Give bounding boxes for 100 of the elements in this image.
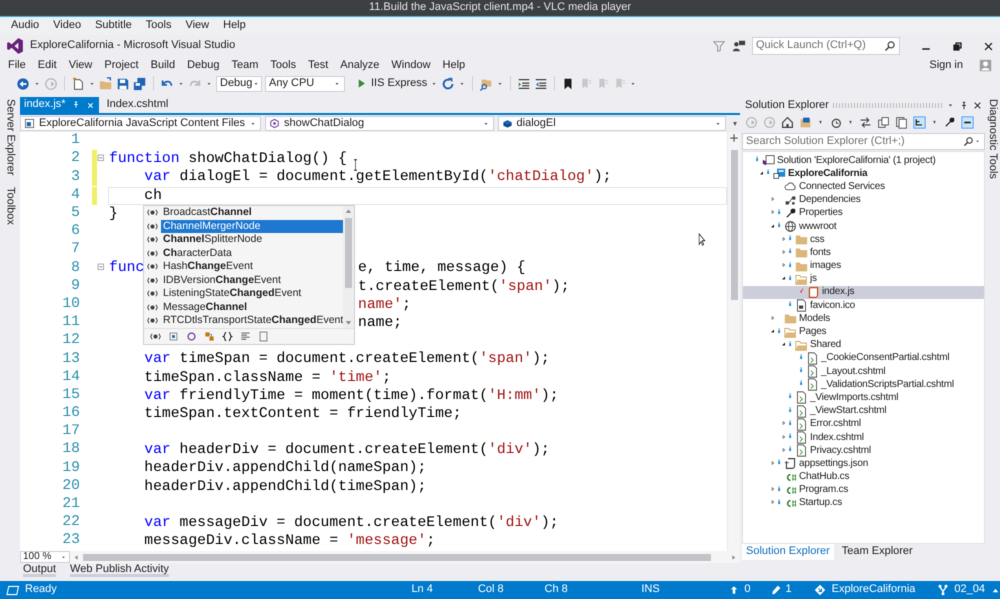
tree-item[interactable]: ExploreCalifornia: [743, 167, 984, 180]
menu-item[interactable]: Window: [385, 58, 437, 72]
sign-in-link[interactable]: Sign in: [929, 58, 963, 72]
completion-item[interactable]: ListeningStateChangedEvent: [161, 287, 344, 300]
tree-item[interactable]: Connected Services: [743, 180, 984, 194]
menu-item[interactable]: Subtitle: [88, 19, 139, 33]
navigation-dropdown[interactable]: ExploreCalifornia JavaScript Content Files: [20, 116, 262, 131]
menu-item[interactable]: Video: [46, 19, 88, 33]
tree-item[interactable]: Index.cshtml: [743, 430, 984, 444]
completion-item[interactable]: MessageChannel: [161, 300, 344, 314]
tree-item[interactable]: js: [743, 272, 984, 286]
panel-tab[interactable]: Web Publish Activity: [70, 564, 169, 577]
menu-item[interactable]: Tools: [264, 58, 302, 72]
menu-item[interactable]: View: [178, 19, 216, 33]
filter-icon[interactable]: [712, 39, 726, 53]
search-field[interactable]: Search Solution Explorer (Ctrl+;): [742, 133, 985, 150]
panel-tab[interactable]: Team Explorer: [838, 544, 917, 560]
tree-item[interactable]: appsettings.json: [743, 457, 984, 470]
side-tab[interactable]: Toolbox: [3, 187, 17, 226]
status-text[interactable]: 1: [786, 583, 792, 597]
menu-item[interactable]: Help: [436, 58, 472, 72]
menu-item[interactable]: Team: [226, 58, 264, 72]
panel-tab[interactable]: Solution Explorer: [742, 544, 834, 560]
tree-item[interactable]: _Layout.cshtml: [743, 365, 984, 378]
menu-item[interactable]: Help: [216, 19, 253, 33]
history-icon[interactable]: [829, 116, 842, 129]
new-item-icon[interactable]: [71, 76, 85, 90]
tree-item[interactable]: Solution 'ExploreCalifornia' (1 project): [743, 154, 984, 168]
tree-item[interactable]: Error.cshtml: [743, 418, 984, 431]
tree-item[interactable]: _ViewStart.cshtml: [743, 404, 984, 418]
tree-item[interactable]: css: [743, 233, 984, 246]
menu-item[interactable]: Debug: [181, 58, 226, 72]
navigation-dropdown[interactable]: dialogEl: [498, 116, 726, 131]
menu-item[interactable]: Test: [302, 58, 334, 72]
tree-item[interactable]: ChatHub.cs: [743, 470, 984, 484]
wrench-icon[interactable]: [943, 116, 956, 129]
search-field[interactable]: Quick Launch (Ctrl+Q): [752, 37, 900, 55]
status-text[interactable]: 02_04: [954, 583, 986, 597]
shapes-icon[interactable]: [204, 330, 215, 342]
open-folder-icon[interactable]: [99, 76, 113, 90]
tree-item[interactable]: index.js: [743, 286, 984, 300]
completion-item[interactable]: BroadcastChannel: [161, 206, 344, 220]
lines-icon[interactable]: [240, 330, 251, 342]
configuration-dropdown[interactable]: Debug: [216, 76, 262, 92]
menu-item[interactable]: View: [62, 58, 98, 72]
list-scrollbar[interactable]: [343, 206, 354, 328]
ring-icon[interactable]: [186, 330, 197, 342]
collapse-all-icon[interactable]: [877, 116, 890, 129]
save-icon[interactable]: [116, 76, 130, 90]
page-icon[interactable]: [258, 330, 269, 342]
side-tab[interactable]: Diagnostic Tools: [986, 99, 1000, 179]
zoom-dropdown[interactable]: 100 %: [20, 551, 70, 563]
find-in-folder-icon[interactable]: [479, 76, 494, 90]
platform-dropdown[interactable]: Any CPU: [265, 76, 345, 92]
menu-item[interactable]: Analyze: [334, 58, 386, 72]
restore-icon[interactable]: [952, 40, 963, 52]
sync-icon[interactable]: [859, 116, 872, 129]
menu-item[interactable]: Audio: [4, 19, 46, 33]
navigation-dropdown[interactable]: showChatDialog: [265, 116, 494, 131]
menu-item[interactable]: Project: [98, 58, 145, 72]
scrollbar-thumb[interactable]: [83, 554, 711, 560]
scrollbar-thumb[interactable]: [345, 218, 352, 288]
tree-item[interactable]: Pages: [743, 325, 984, 339]
indent-icon[interactable]: [517, 76, 532, 90]
side-tab[interactable]: Server Explorer: [3, 99, 17, 176]
tree-item[interactable]: images: [743, 260, 984, 273]
menu-item[interactable]: Build: [144, 58, 182, 72]
show-all-files-icon[interactable]: [895, 116, 908, 129]
braces-icon[interactable]: [222, 330, 233, 342]
feedback-icon[interactable]: [732, 39, 746, 53]
tree-item[interactable]: wwwroot: [743, 220, 984, 234]
bracket-icon[interactable]: [150, 330, 161, 342]
tree-item[interactable]: _ViewImports.cshtml: [743, 391, 984, 405]
preview-icon[interactable]: [961, 116, 974, 129]
status-text[interactable]: 0: [744, 583, 751, 597]
panel-tab[interactable]: Output: [23, 564, 56, 577]
refresh-icon[interactable]: [441, 76, 456, 90]
tree-view-icon[interactable]: [913, 116, 926, 129]
tree-item[interactable]: fonts: [743, 246, 984, 260]
tree-item[interactable]: _CookieConsentPartial.cshtml: [743, 352, 984, 365]
run-button[interactable]: IIS Express: [356, 76, 428, 90]
completion-item[interactable]: RTCDtlsTransportStateChangedEvent: [161, 314, 344, 328]
tree-item[interactable]: Startup.cs: [743, 496, 984, 510]
completion-item[interactable]: IDBVersionChangeEvent: [161, 274, 344, 287]
switch-views-icon[interactable]: [799, 116, 812, 129]
square-icon[interactable]: [168, 330, 179, 342]
pin-icon[interactable]: [959, 100, 969, 110]
status-text[interactable]: ExploreCalifornia: [832, 583, 916, 597]
back-icon[interactable]: [16, 76, 30, 90]
completion-item[interactable]: ChannelSplitterNode: [161, 233, 344, 246]
menu-item[interactable]: Tools: [138, 19, 178, 33]
outdent-icon[interactable]: [534, 76, 548, 90]
completion-item[interactable]: HashChangeEvent: [161, 260, 344, 274]
close-icon[interactable]: [983, 40, 994, 52]
completion-item[interactable]: CharacterData: [161, 246, 344, 260]
tree-item[interactable]: Shared: [743, 338, 984, 352]
home-icon[interactable]: [781, 116, 794, 129]
scrollbar-thumb[interactable]: [731, 150, 738, 300]
tree-item[interactable]: Models: [743, 312, 984, 326]
menu-item[interactable]: File: [2, 58, 32, 72]
